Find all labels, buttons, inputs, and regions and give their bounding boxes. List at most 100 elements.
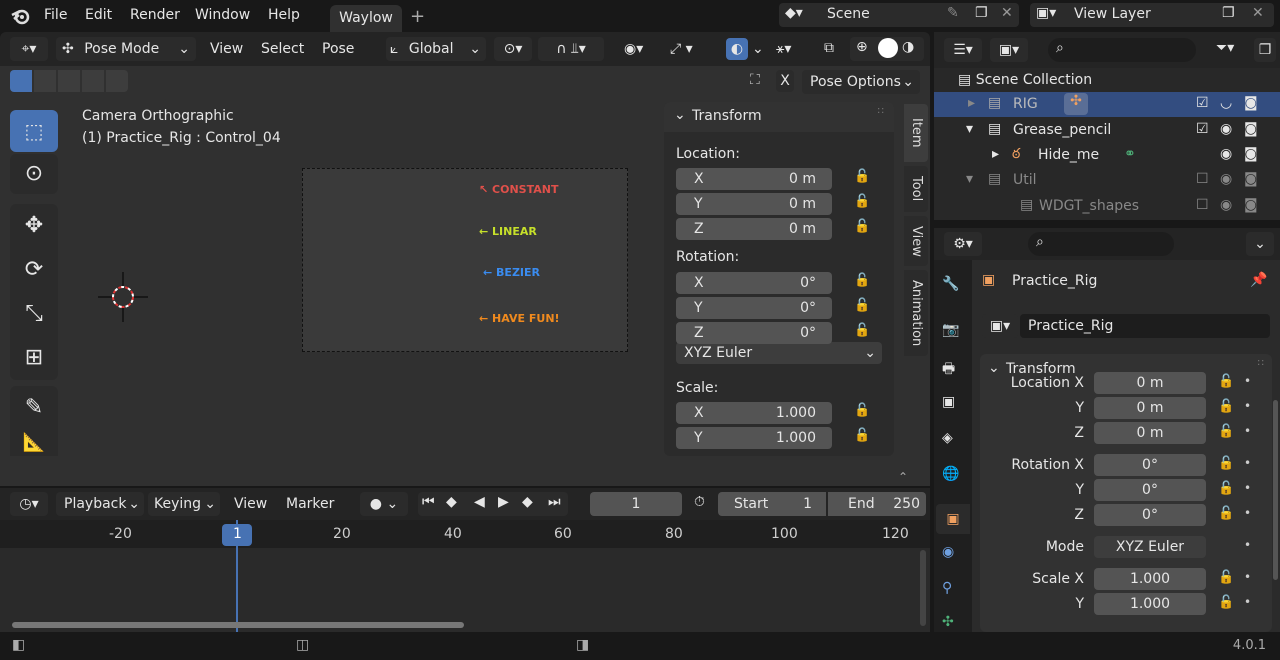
constraints-tab-icon[interactable]: ⚲ (942, 580, 952, 596)
pivot-point-icon[interactable]: ⊙▾ (494, 37, 532, 61)
rotation-mode-dropdown[interactable]: XYZ Euler ⌄ (676, 342, 882, 364)
visibility-icon[interactable]: ◉▾ (624, 41, 643, 57)
menu-select[interactable]: Select (253, 38, 312, 60)
keyframe-dot-icon[interactable]: • (1244, 399, 1251, 413)
menu-render[interactable]: Render (122, 4, 188, 26)
lock-icon[interactable]: 🔓 (854, 273, 870, 288)
new-view-layer-icon[interactable]: ❐ (1222, 5, 1235, 21)
rotation-mode-dropdown[interactable]: XYZ Euler (1094, 536, 1206, 558)
lock-icon[interactable]: 🔓 (854, 169, 870, 184)
tab-animation[interactable]: Animation (904, 270, 928, 356)
checkbox-icon[interactable]: ☑ (1196, 121, 1209, 137)
eye-icon[interactable]: ◉ (1220, 121, 1232, 137)
checkbox-empty-icon[interactable]: ☐ (1196, 171, 1209, 187)
menu-file[interactable]: File (36, 4, 75, 26)
record-icon[interactable]: ● ⌄ (360, 492, 408, 516)
menu-pose[interactable]: Pose (314, 38, 362, 60)
lock-icon[interactable]: 🔓 (1218, 595, 1234, 610)
play-icon[interactable]: ▶ (498, 494, 509, 510)
select-subtract-icon[interactable] (58, 70, 80, 92)
x-mirror-toggle[interactable]: X (776, 70, 794, 92)
editor-type-icon[interactable]: ⌖▾ (10, 37, 48, 61)
pin-icon[interactable]: ✎ (947, 5, 959, 21)
eye-icon[interactable]: ◉ (1220, 146, 1232, 162)
camera-render-icon[interactable]: ◙ (1244, 95, 1258, 111)
timeline-scrollbar[interactable] (12, 622, 464, 628)
keyframe-dot-icon[interactable]: • (1244, 424, 1251, 438)
select-invert-icon[interactable] (82, 70, 104, 92)
output-tab-icon[interactable]: 🖶 (942, 358, 955, 382)
jump-end-icon[interactable]: ⏭ (548, 494, 561, 510)
properties-editor-icon[interactable]: ⚙▾ (944, 232, 982, 256)
checkbox-icon[interactable]: ☑ (1196, 95, 1209, 111)
options-dropdown-icon[interactable]: ⌄ (1246, 232, 1274, 256)
keyframe-dot-icon[interactable]: • (1244, 456, 1251, 470)
lock-icon[interactable]: 🔓 (854, 219, 870, 234)
prop-value-field[interactable]: 0 m (1094, 397, 1206, 419)
keyframe-dot-icon[interactable]: • (1244, 481, 1251, 495)
end-frame-field[interactable]: End 250 (828, 492, 926, 516)
eye-icon[interactable]: ◉ (1220, 197, 1232, 213)
bone-overlay-icon[interactable]: ⚹▾ (776, 41, 791, 57)
snap-icon[interactable]: ∩ ⫫▾ (538, 37, 604, 61)
menu-help[interactable]: Help (260, 4, 308, 26)
close-view-layer-icon[interactable]: ✕ (1252, 5, 1264, 21)
properties-scrollbar[interactable] (1273, 400, 1278, 580)
outliner-row-rig[interactable]: ▸ ▤ RIG ✣ ☑ ◡ ◙ (934, 92, 1280, 117)
gizmo-icon[interactable]: ⤢ ▾ (670, 41, 693, 57)
lock-icon[interactable]: 🔓 (1218, 424, 1234, 439)
timeline-view-menu[interactable]: View (226, 493, 275, 515)
xray-icon[interactable]: ⧉ (824, 40, 834, 56)
rotation-x-field[interactable]: X 0° (676, 272, 832, 294)
select-tool-icon[interactable]: ⬚ (10, 110, 58, 152)
location-y-field[interactable]: Y 0 m (676, 193, 832, 215)
camera-render-icon[interactable]: ◙ (1244, 121, 1258, 137)
view-layer-selector[interactable]: ▣▾ View Layer ❐ ✕ (1030, 3, 1274, 27)
playback-menu[interactable]: Playback ⌄ (56, 492, 144, 516)
workspace-tab[interactable]: Waylow (330, 5, 402, 32)
scene-tab-icon[interactable]: ◈ (942, 430, 953, 446)
checkbox-empty-icon[interactable]: ☐ (1196, 197, 1209, 213)
rotation-y-field[interactable]: Y 0° (676, 297, 832, 319)
start-frame-field[interactable]: Start 1 (718, 492, 826, 516)
stopwatch-icon[interactable]: ⏱ (694, 494, 705, 510)
keyframe-dot-icon[interactable]: • (1244, 506, 1251, 520)
prop-value-field[interactable]: 0° (1094, 504, 1206, 526)
mode-dropdown[interactable]: ✣ Pose Mode ⌄ (56, 37, 196, 61)
close-scene-icon[interactable]: ✕ (1001, 5, 1013, 21)
transform-orientation-dropdown[interactable]: ⟀ Global ⌄ (386, 37, 486, 61)
new-collection-icon[interactable]: ❐ (1254, 38, 1276, 62)
lock-icon[interactable]: 🔓 (1218, 506, 1234, 521)
outliner-row-grease-pencil[interactable]: ▾ ▤ Grease_pencil ☑ ◉ ◙ (934, 118, 1280, 143)
hidden-eye-icon[interactable]: ◡ (1220, 95, 1232, 111)
overlays-dropdown-icon[interactable]: ⌄ (752, 41, 764, 57)
menu-view[interactable]: View (202, 38, 251, 60)
outliner-search-input[interactable]: ⌕ (1048, 38, 1196, 62)
view-layer-tab-icon[interactable]: ▣ (942, 394, 955, 410)
solid-shading-icon[interactable] (878, 38, 898, 58)
timeline-vscrollbar[interactable] (920, 550, 926, 626)
lock-icon[interactable]: 🔓 (1218, 481, 1234, 496)
object-tab-icon[interactable]: ▣ (936, 504, 970, 534)
select-intersect-icon[interactable] (106, 70, 128, 92)
annotate-tool-icon[interactable]: ✎ (10, 386, 58, 430)
drag-handle-icon[interactable]: ∷ (878, 106, 884, 117)
display-mode-icon[interactable]: ▣▾ (990, 38, 1028, 62)
prev-keyframe-icon[interactable]: ◆ (446, 494, 457, 510)
scale-y-field[interactable]: Y 1.000 (676, 427, 832, 449)
rotate-tool-icon[interactable]: ⟳ (10, 248, 58, 292)
location-z-field[interactable]: Z 0 m (676, 218, 832, 240)
rotation-z-field[interactable]: Z 0° (676, 322, 832, 344)
add-workspace-icon[interactable]: + (410, 6, 425, 27)
outliner-row-hide-me[interactable]: ▸ ఠ Hide_me ⚭ ◉ ◙ (934, 143, 1280, 168)
material-shading-icon[interactable]: ◑ (902, 39, 914, 55)
next-keyframe-icon[interactable]: ◆ (522, 494, 533, 510)
outliner-row-wdgt-shapes[interactable]: ▤ WDGT_shapes ☐ ◉ ◙ (934, 194, 1280, 219)
keyframe-dot-icon[interactable]: • (1244, 570, 1251, 584)
timeline-editor-icon[interactable]: ◷▾ (10, 492, 48, 516)
camera-render-icon[interactable]: ◙ (1244, 171, 1258, 187)
transform-panel-header[interactable]: ⌄ Transform ∷ (664, 102, 894, 132)
tab-item[interactable]: Item (904, 104, 928, 162)
lock-icon[interactable]: 🔓 (854, 403, 870, 418)
outliner-row-util[interactable]: ▾ ▤ Util ☐ ◉ ◙ (934, 168, 1280, 193)
